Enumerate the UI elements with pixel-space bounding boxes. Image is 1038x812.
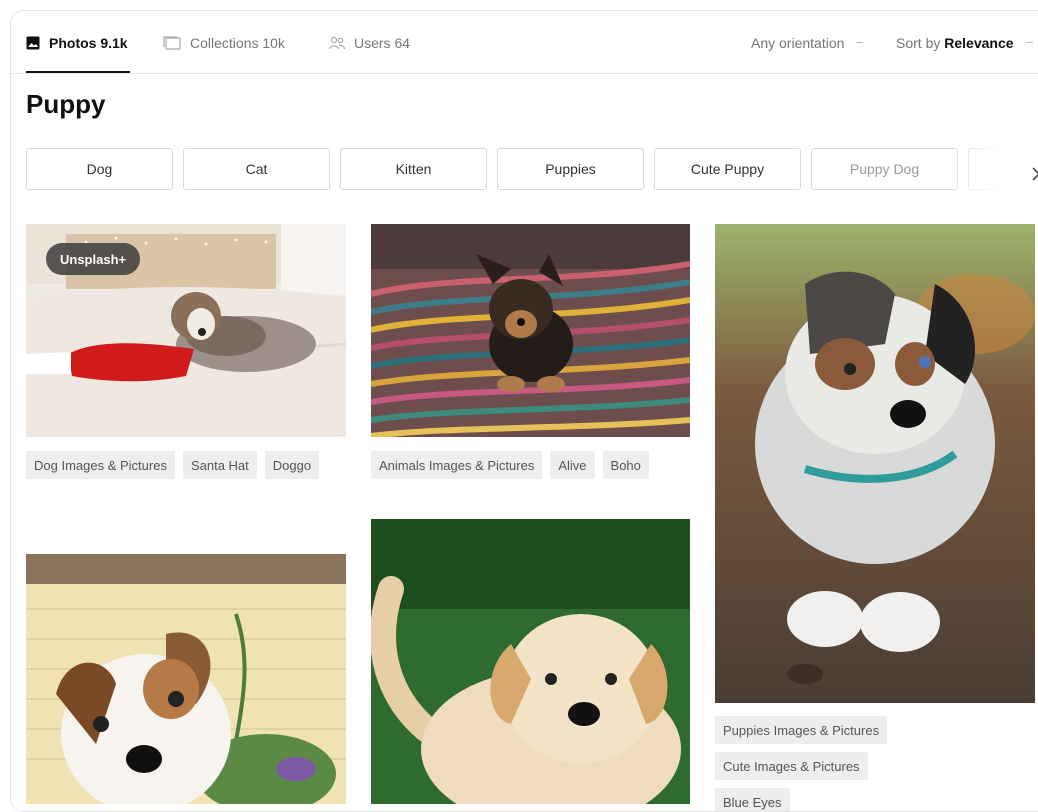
chevron-down-icon xyxy=(1025,42,1033,44)
sort-value: Relevance xyxy=(944,35,1014,51)
tag[interactable]: Alive xyxy=(550,451,595,479)
related-search-chip[interactable]: Kitten xyxy=(340,148,487,190)
related-search-chip[interactable]: Cat xyxy=(183,148,330,190)
tag[interactable]: Blue Eyes xyxy=(715,788,790,811)
related-search-chip[interactable]: Puppy Dog xyxy=(811,148,958,190)
tab-collections[interactable]: Collections 10k xyxy=(163,35,285,51)
photo-tags: Puppies Images & Pictures Cute Images & … xyxy=(715,716,1035,811)
photo-aussie-puppy[interactable] xyxy=(715,224,1035,703)
photo-tags: Animals Images & Pictures Alive Boho xyxy=(371,451,690,479)
results-tab-bar: Photos 9.1k Collections 10k Users 64 Any… xyxy=(11,11,1038,74)
related-search-chip[interactable]: Puppies xyxy=(497,148,644,190)
tag[interactable]: Animals Images & Pictures xyxy=(371,451,543,479)
tag[interactable]: Puppies Images & Pictures xyxy=(715,716,888,744)
tab-label: Collections 10k xyxy=(190,35,285,51)
photo-yorkie-on-rug[interactable] xyxy=(371,224,690,437)
tab-users[interactable]: Users 64 xyxy=(329,35,410,51)
related-search-chip[interactable]: Dog xyxy=(26,148,173,190)
related-searches: Dog Cat Kitten Puppies Cute Puppy Puppy … xyxy=(26,148,1038,192)
collections-icon xyxy=(163,36,181,50)
unsplash-plus-badge[interactable]: Unsplash+ xyxy=(46,243,141,275)
related-search-chip[interactable]: Cute Puppy xyxy=(654,148,801,190)
chevron-right-icon[interactable] xyxy=(1021,163,1038,185)
image-icon xyxy=(26,36,40,50)
page-title: Puppy xyxy=(26,89,106,119)
sort-dropdown[interactable]: Sort by Relevance xyxy=(896,35,1033,51)
sort-label: Sort by Relevance xyxy=(896,35,1014,51)
orientation-dropdown[interactable]: Any orientation xyxy=(751,35,864,51)
active-tab-indicator xyxy=(26,71,130,73)
tag[interactable]: Boho xyxy=(602,451,649,479)
tag[interactable]: Santa Hat xyxy=(182,451,257,479)
photo-jack-russell-puppy[interactable] xyxy=(26,554,346,804)
tab-label: Photos 9.1k xyxy=(49,35,128,51)
chevron-down-icon xyxy=(856,42,864,44)
photo-tags: Dog Images & Pictures Santa Hat Doggo xyxy=(26,451,346,479)
search-results-panel: Photos 9.1k Collections 10k Users 64 Any… xyxy=(10,10,1038,812)
tag[interactable]: Doggo xyxy=(264,451,320,479)
tab-photos[interactable]: Photos 9.1k xyxy=(26,35,128,51)
sort-prefix: Sort by xyxy=(896,35,941,51)
tag[interactable]: Cute Images & Pictures xyxy=(715,752,868,780)
users-icon xyxy=(329,36,345,50)
orientation-label: Any orientation xyxy=(751,35,845,51)
tag[interactable]: Dog Images & Pictures xyxy=(26,451,175,479)
photo-golden-puppy[interactable] xyxy=(371,519,690,804)
tab-label: Users 64 xyxy=(354,35,411,51)
